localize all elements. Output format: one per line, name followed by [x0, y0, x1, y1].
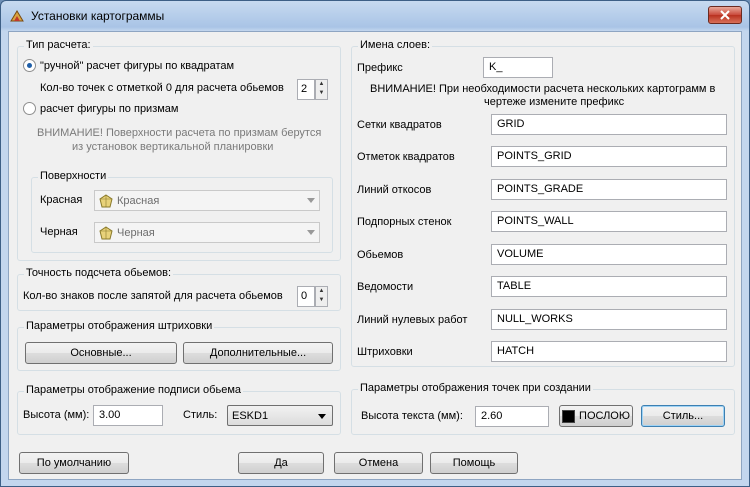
layer-label-volume: Обьемов	[357, 249, 404, 261]
stepper-down-icon[interactable]: ▼	[316, 296, 327, 305]
prefix-warning-line2: чертеже измените префикс	[484, 96, 625, 108]
volume-height-input[interactable]: 3.00	[93, 405, 163, 426]
app-icon	[10, 10, 24, 22]
digits-label: Кол-во знаков после запятой для расчета …	[23, 290, 283, 302]
ok-button[interactable]: Да	[238, 452, 324, 474]
surface-icon	[99, 194, 113, 208]
prism-warning-line2: из установок вертикальной планировки	[72, 141, 274, 153]
layer-input-grid[interactable]: GRID	[491, 114, 727, 135]
layer-names-label: Имена слоев:	[358, 39, 433, 51]
prefix-warning-line1: ВНИМАНИЕ! При необходимости расчета неск…	[370, 83, 716, 95]
hatch-label: Параметры отображения штриховки	[24, 320, 215, 332]
stepper-up-icon[interactable]: ▲	[316, 80, 327, 89]
prism-calc-radio[interactable]	[23, 102, 36, 115]
zero-points-input[interactable]: 2	[297, 79, 315, 100]
black-surface-combo[interactable]: Черная	[94, 222, 320, 243]
layer-input-hatch[interactable]: HATCH	[491, 341, 727, 362]
dialog-client-area: Тип расчета: "ручной" расчет фигуры по к…	[8, 31, 742, 480]
text-height-label: Высота текста (мм):	[361, 410, 463, 422]
stepper-up-icon[interactable]: ▲	[316, 287, 327, 296]
color-swatch	[562, 409, 576, 423]
red-surface-value: Красная	[117, 195, 160, 207]
red-surface-label: Красная	[40, 194, 83, 206]
chevron-down-icon	[307, 230, 315, 235]
close-icon	[720, 10, 730, 20]
red-surface-combo[interactable]: Красная	[94, 190, 320, 211]
zero-points-stepper[interactable]: ▲ ▼	[315, 79, 328, 100]
prism-warning-line1: ВНИМАНИЕ! Поверхности расчета по призмам…	[37, 127, 322, 139]
default-button[interactable]: По умолчанию	[19, 452, 129, 474]
volume-label-title: Параметры отображение подписи обьема	[24, 384, 244, 396]
black-surface-label: Черная	[40, 226, 78, 238]
hatch-basic-button[interactable]: Основные...	[25, 342, 177, 364]
manual-calc-radio[interactable]	[23, 59, 36, 72]
help-button[interactable]: Помощь	[430, 452, 518, 474]
text-height-input[interactable]: 2.60	[475, 406, 549, 427]
prefix-input[interactable]: K_	[483, 57, 553, 78]
chevron-down-icon	[307, 198, 315, 203]
layer-input-points-grid[interactable]: POINTS_GRID	[491, 146, 727, 167]
volume-style-select[interactable]: ESKD1	[227, 405, 333, 426]
layer-input-table[interactable]: TABLE	[491, 276, 727, 297]
stepper-down-icon[interactable]: ▼	[316, 89, 327, 98]
layer-input-wall[interactable]: POINTS_WALL	[491, 211, 727, 232]
layer-label-wall: Подпорных стенок	[357, 216, 452, 228]
digits-input[interactable]: 0	[297, 286, 315, 307]
zero-points-label: Кол-во точек с отметкой 0 для расчета об…	[40, 82, 284, 94]
cancel-button[interactable]: Отмена	[334, 452, 423, 474]
hatch-extra-button[interactable]: Дополнительные...	[183, 342, 333, 364]
prefix-label: Префикс	[357, 62, 403, 74]
calc-type-label: Тип расчета:	[24, 39, 93, 51]
title-bar[interactable]: Установки картограммы	[1, 1, 749, 31]
dialog-window: Установки картограммы Тип расчета: "ручн…	[0, 0, 750, 487]
layer-label-table: Ведомости	[357, 281, 414, 293]
color-button[interactable]: ПОСЛОЮ	[559, 405, 633, 427]
color-label: ПОСЛОЮ	[579, 410, 630, 422]
layer-label-grade: Линий откосов	[357, 184, 432, 196]
surfaces-label: Поверхности	[38, 170, 109, 182]
points-style-button[interactable]: Стиль...	[641, 405, 725, 427]
volume-style-value: ESKD1	[232, 410, 269, 422]
layer-input-volume[interactable]: VOLUME	[491, 244, 727, 265]
black-surface-value: Черная	[117, 227, 155, 239]
digits-stepper[interactable]: ▲ ▼	[315, 286, 328, 307]
points-display-label: Параметры отображения точек при создании	[358, 382, 593, 394]
accuracy-label: Точность подсчета обьемов:	[24, 267, 174, 279]
manual-calc-label: "ручной" расчет фигуры по квадратам	[40, 60, 235, 72]
volume-height-label: Высота (мм):	[23, 409, 90, 421]
layer-label-null-works: Линий нулевых работ	[357, 314, 468, 326]
layer-input-null-works[interactable]: NULL_WORKS	[491, 309, 727, 330]
layer-label-points-grid: Отметок квадратов	[357, 151, 455, 163]
surface-icon	[99, 226, 113, 240]
layer-label-grid: Сетки квадратов	[357, 119, 442, 131]
prism-calc-label: расчет фигуры по призмам	[40, 103, 179, 115]
layer-input-grade[interactable]: POINTS_GRADE	[491, 179, 727, 200]
window-title: Установки картограммы	[31, 9, 165, 23]
close-button[interactable]	[708, 6, 742, 24]
chevron-down-icon	[318, 414, 326, 419]
volume-style-label: Стиль:	[183, 409, 218, 421]
layer-label-hatch: Штриховки	[357, 346, 413, 358]
